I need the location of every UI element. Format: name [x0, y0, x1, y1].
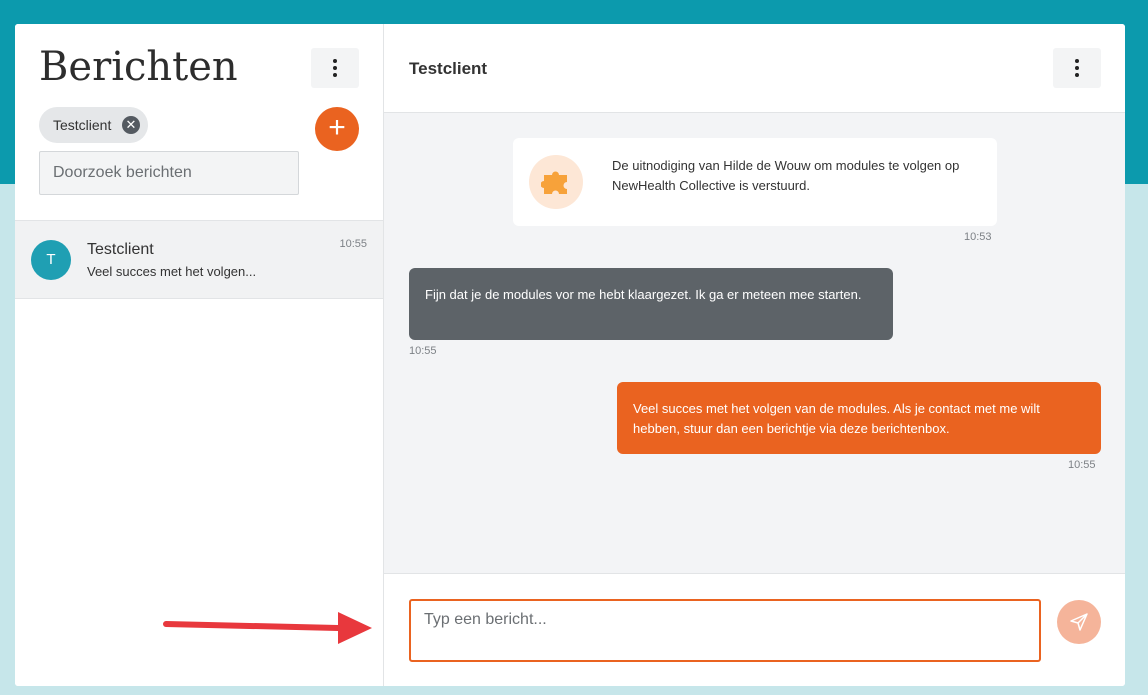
incoming-message: Fijn dat je de modules vor me hebt klaar…: [409, 268, 893, 340]
message-composer: [384, 573, 1125, 686]
search-input[interactable]: [39, 151, 299, 195]
puzzle-icon: [529, 155, 583, 209]
conversation-item[interactable]: T Testclient Veel succes met het volgen.…: [15, 221, 383, 299]
conversation-sidebar: Berichten Testclient ✕ + T Testclient Ve…: [15, 24, 384, 686]
outgoing-message: Veel succes met het volgen van de module…: [617, 382, 1101, 454]
close-icon[interactable]: ✕: [122, 116, 140, 134]
system-message-text: De uitnodiging van Hilde de Wouw om modu…: [612, 158, 960, 193]
page-title: Berichten: [39, 44, 238, 90]
system-message: De uitnodiging van Hilde de Wouw om modu…: [513, 138, 997, 226]
message-input[interactable]: [409, 599, 1041, 662]
filter-chip: Testclient ✕: [39, 107, 148, 143]
send-button[interactable]: [1057, 600, 1101, 644]
kebab-menu-icon: [1075, 59, 1079, 63]
sidebar-menu-button[interactable]: [311, 48, 359, 88]
conversation-name: Testclient: [87, 241, 154, 258]
kebab-menu-icon: [333, 59, 337, 63]
red-arrow-annotation: [163, 612, 372, 644]
incoming-message-text: Fijn dat je de modules vor me hebt klaar…: [425, 287, 862, 302]
messages-card: Berichten Testclient ✕ + T Testclient Ve…: [15, 24, 1125, 686]
chat-menu-button[interactable]: [1053, 48, 1101, 88]
conversation-time: 10:55: [339, 238, 367, 250]
chat-title: Testclient: [409, 59, 488, 78]
outgoing-message-text: Veel succes met het volgen van de module…: [633, 401, 1040, 436]
plus-icon: +: [328, 111, 346, 144]
message-time: 10:55: [409, 345, 437, 357]
message-time: 10:55: [1068, 459, 1096, 471]
chat-panel: Testclient De uitnodiging van Hilde de W…: [384, 24, 1125, 686]
chat-header: Testclient: [384, 24, 1125, 113]
avatar: T: [31, 240, 71, 280]
message-time: 10:53: [964, 231, 992, 243]
filter-chip-label: Testclient: [53, 117, 112, 133]
new-message-button[interactable]: +: [315, 107, 359, 151]
send-icon: [1070, 613, 1088, 631]
conversation-list: T Testclient Veel succes met het volgen.…: [15, 220, 383, 299]
conversation-preview: Veel succes met het volgen...: [87, 264, 257, 279]
message-thread: De uitnodiging van Hilde de Wouw om modu…: [384, 113, 1125, 573]
